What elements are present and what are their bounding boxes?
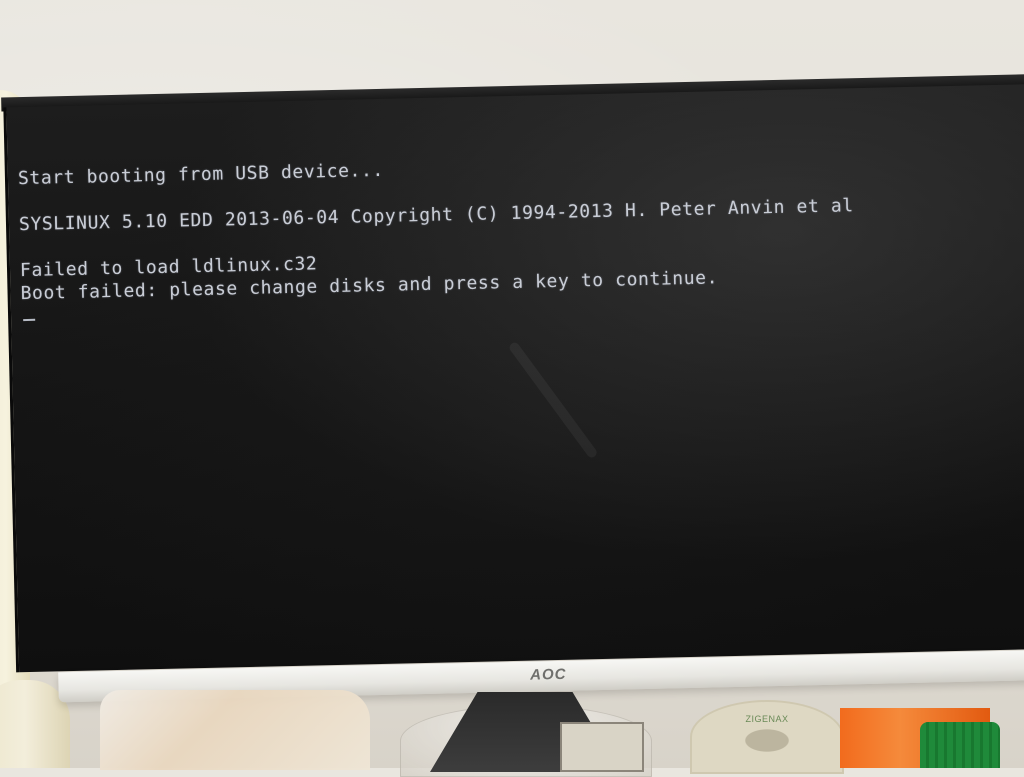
id-card: [560, 722, 644, 772]
screen-glare: [507, 340, 599, 460]
boot-console: Start booting from USB device... SYSLINU…: [18, 145, 1011, 322]
text-cursor: [23, 318, 36, 322]
green-bottle-cap: [920, 722, 1000, 768]
monitor: Start booting from USB device... SYSLINU…: [0, 68, 1024, 721]
tape-roll-label: ZIGENAX: [745, 714, 789, 724]
monitor-screen: Start booting from USB device... SYSLINU…: [3, 84, 1024, 673]
plastic-bag: [100, 690, 370, 770]
tape-roll: ZIGENAX: [690, 700, 844, 774]
